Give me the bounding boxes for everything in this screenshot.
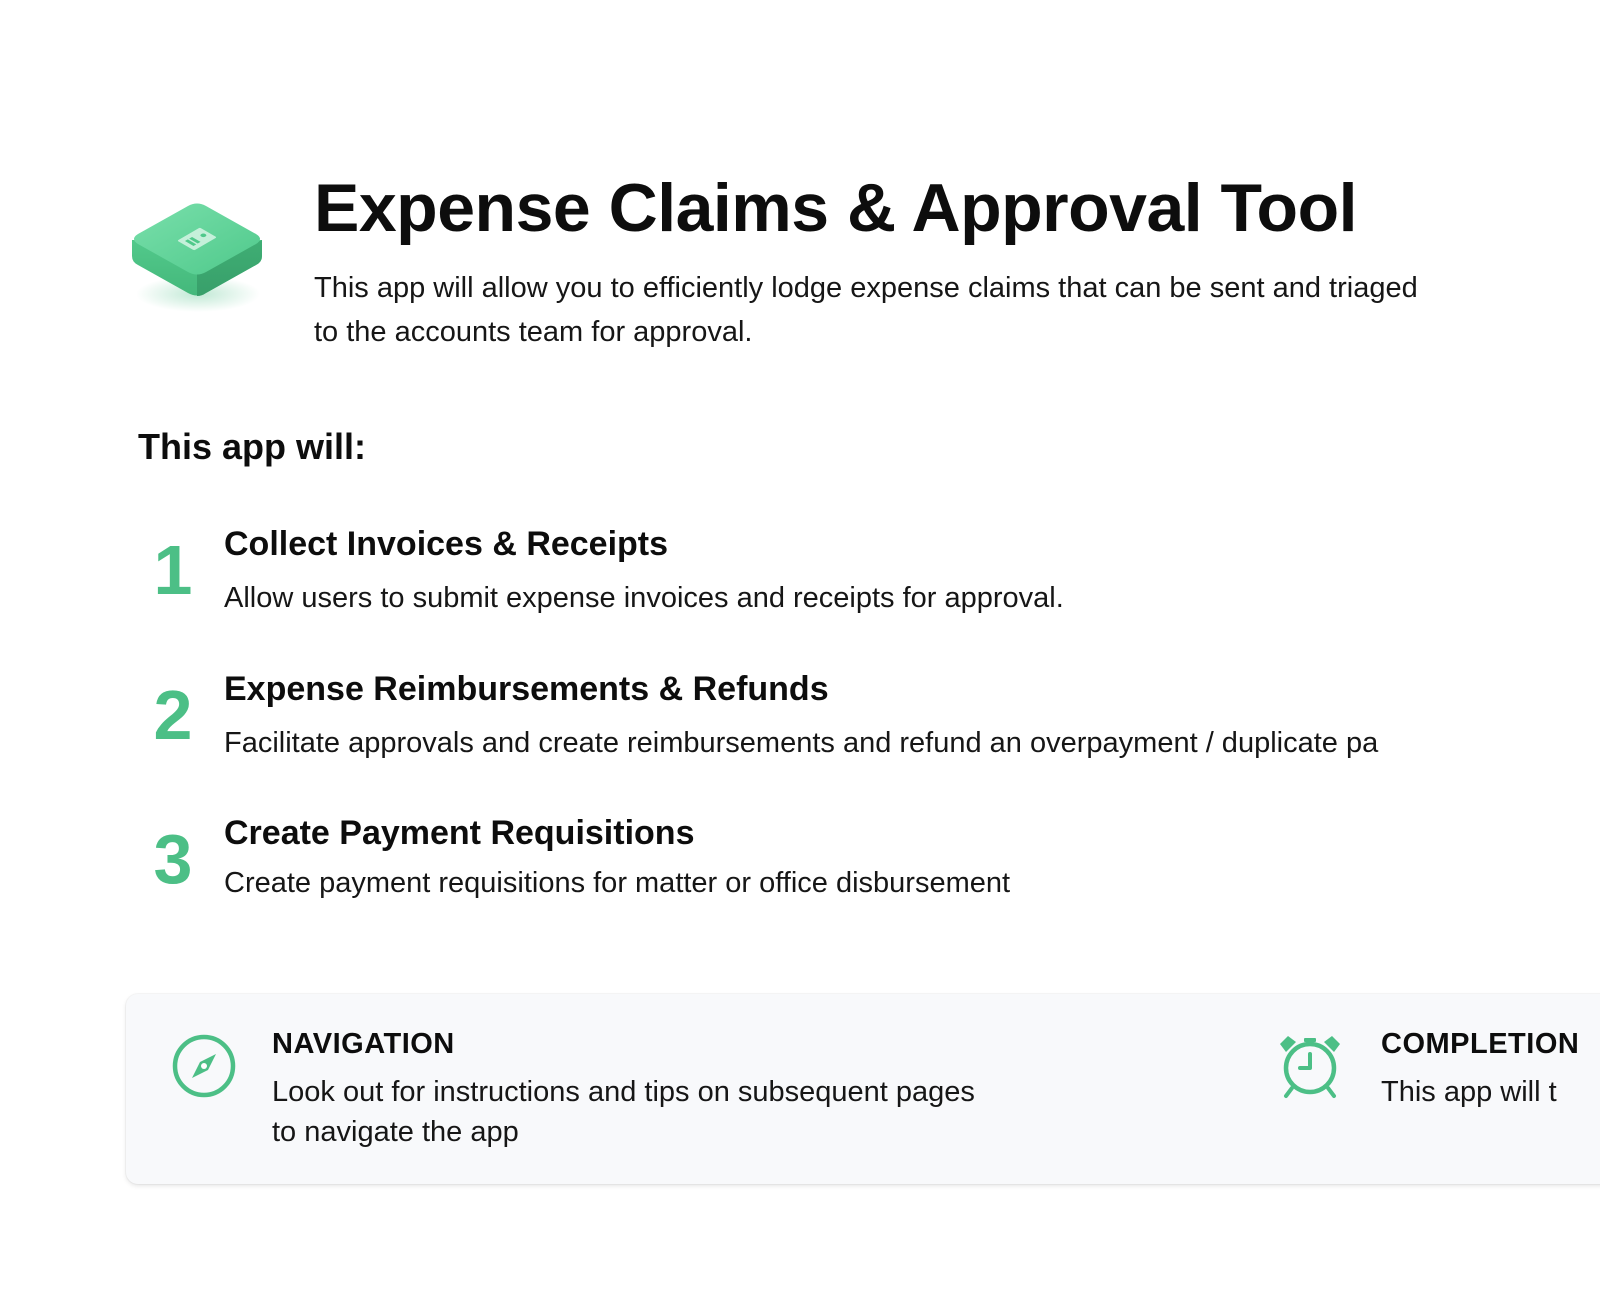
feature-description: Allow users to submit expense invoices a… [224, 582, 1064, 614]
feature-item: 3 Create Payment Requisitions Create pay… [138, 811, 1600, 921]
feature-description: Facilitate approvals and create reimburs… [224, 727, 1379, 759]
feature-title: Collect Invoices & Receipts [224, 525, 669, 563]
page: Expense Claims & Approval Tool This app … [0, 0, 1600, 1316]
page-description: This app will allow you to efficiently l… [314, 272, 1418, 348]
feature-item: 1 Collect Invoices & Receipts Allow user… [138, 522, 1600, 632]
feature-title: Create Payment Requisitions [224, 814, 695, 852]
section-title: This app will: [138, 426, 367, 467]
navigation-title: NAVIGATION [272, 1028, 455, 1060]
navigation-card: NAVIGATION Look out for instructions and… [126, 994, 1226, 1184]
navigation-description: Look out for instructions and tips on su… [272, 1076, 975, 1148]
info-panel: NAVIGATION Look out for instructions and… [126, 994, 1600, 1184]
completion-title: COMPLETION [1381, 1028, 1580, 1060]
completion-description: This app will t [1381, 1076, 1557, 1108]
feature-number: 1 [153, 531, 193, 609]
feature-number: 3 [153, 820, 193, 898]
alarm-clock-icon [1274, 1030, 1346, 1102]
page-title: Expense Claims & Approval Tool [314, 170, 1358, 246]
completion-card: COMPLETION This app will t [1226, 994, 1600, 1184]
app-tile-icon [124, 190, 270, 320]
feature-number: 2 [153, 676, 193, 754]
feature-description: Create payment requisitions for matter o… [224, 867, 1011, 899]
compass-icon [168, 1030, 240, 1102]
feature-item: 2 Expense Reimbursements & Refunds Facil… [138, 667, 1600, 777]
feature-title: Expense Reimbursements & Refunds [224, 670, 829, 708]
